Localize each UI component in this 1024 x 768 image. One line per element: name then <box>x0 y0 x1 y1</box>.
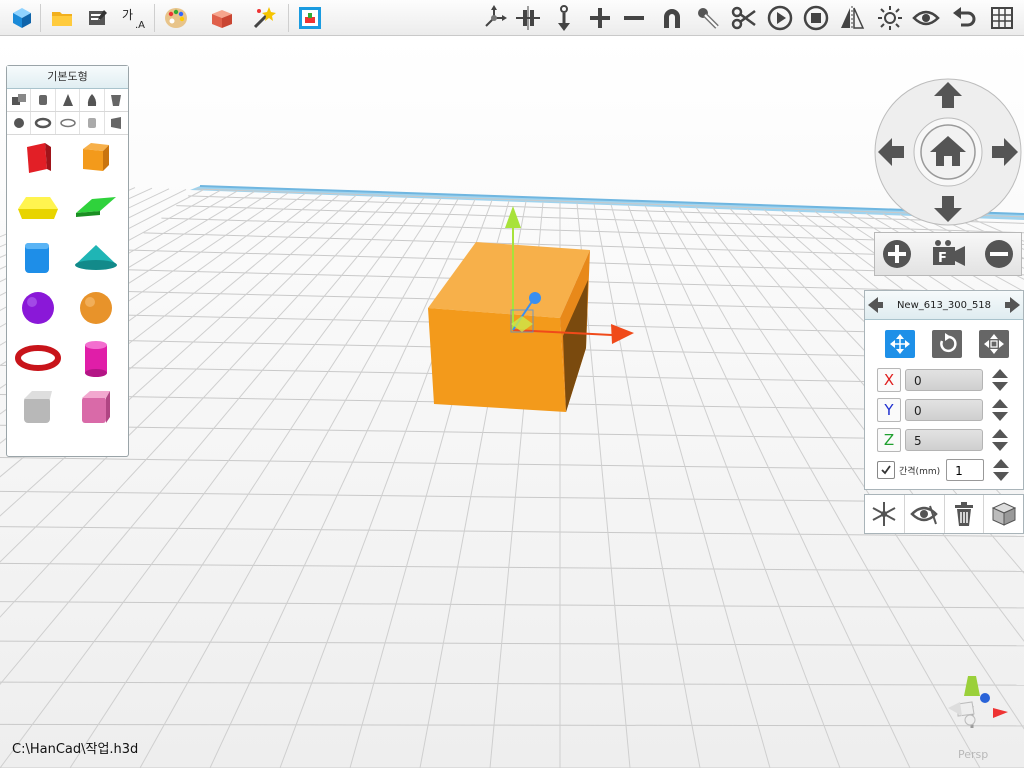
open-folder-icon[interactable] <box>46 2 78 34</box>
hide-object-button[interactable] <box>905 495 945 533</box>
y-axis-label: Y <box>877 398 901 422</box>
freeze-object-button[interactable] <box>865 495 905 533</box>
category-bullet-icon[interactable] <box>80 89 105 111</box>
align-tool-icon[interactable] <box>512 2 544 34</box>
anchor-drop-icon[interactable] <box>548 2 580 34</box>
snowflake-icon <box>872 502 896 526</box>
stop-icon[interactable] <box>800 2 832 34</box>
new-model-icon[interactable] <box>6 2 38 34</box>
color-palette-icon[interactable] <box>160 2 192 34</box>
wireframe-cube-icon <box>991 502 1016 526</box>
next-object-arrow-icon[interactable] <box>1003 295 1023 315</box>
shape-yellow-frustum-icon[interactable] <box>13 186 63 230</box>
palette-title: 기본도형 <box>7 66 128 89</box>
z-axis-row: Z 5 <box>877 427 1011 453</box>
package-box-icon[interactable] <box>206 2 238 34</box>
move-arrows-icon <box>890 334 911 354</box>
category-ring-icon[interactable] <box>56 112 81 134</box>
grid-icon[interactable] <box>986 2 1018 34</box>
object-selector: New_613_300_518 <box>865 291 1023 320</box>
rotate-icon <box>940 333 957 353</box>
object-tools-bar <box>864 494 1024 534</box>
svg-text:가: 가 <box>122 8 133 22</box>
x-stepper-icon[interactable] <box>989 367 1011 393</box>
shape-gray-rounded-cube-icon[interactable] <box>13 386 63 430</box>
checkmark-icon <box>881 465 891 475</box>
subtract-icon[interactable] <box>618 2 650 34</box>
view-mode-label: Persp <box>958 748 989 761</box>
palette-category-row <box>7 89 128 112</box>
eye-hide-icon <box>910 505 938 525</box>
rotate-mode-button[interactable] <box>931 330 962 358</box>
scissors-cut-icon[interactable] <box>728 2 760 34</box>
shape-orange-cube-icon[interactable] <box>71 136 121 180</box>
file-path: C:\HanCad\작업.h3d <box>12 742 139 757</box>
x-axis-label: X <box>877 368 901 392</box>
z-value-field[interactable]: 5 <box>905 429 983 451</box>
category-torus-icon[interactable] <box>31 112 56 134</box>
spacing-checkbox[interactable] <box>877 461 895 479</box>
measure-tool-icon[interactable] <box>478 2 510 34</box>
x-axis-row: X 0 <box>877 367 1011 393</box>
main-toolbar: 가 .A <box>0 0 1024 36</box>
category-cone-icon[interactable] <box>56 89 81 111</box>
z-stepper-icon[interactable] <box>989 427 1011 453</box>
shape-purple-sphere-icon[interactable] <box>13 286 63 330</box>
x-value-field[interactable]: 0 <box>905 369 983 391</box>
svg-text:F: F <box>938 251 947 266</box>
navigation-wheel <box>874 78 1022 226</box>
trash-icon <box>954 502 973 526</box>
shape-orange-ball-icon[interactable] <box>71 286 121 330</box>
category-wedge-icon[interactable] <box>105 112 128 134</box>
magnet-icon[interactable] <box>656 2 688 34</box>
category-tube-icon[interactable] <box>80 112 105 134</box>
magic-wand-icon[interactable] <box>248 2 280 34</box>
spacing-label: 간격(mm) <box>899 466 941 477</box>
object-name: New_613_300_518 <box>896 299 992 311</box>
spacing-value-field[interactable]: 1 <box>946 459 985 481</box>
spacing-stepper-icon[interactable] <box>990 457 1012 483</box>
shape-red-box-icon[interactable] <box>13 136 63 180</box>
spacing-row: 간격(mm) 1 <box>877 457 1012 483</box>
eye-view-icon[interactable] <box>910 2 942 34</box>
object-properties-panel: New_613_300_518 X 0 Y 0 Z 5 간격(mm) 1 <box>864 290 1024 490</box>
category-vase-icon[interactable] <box>105 89 128 111</box>
shape-red-torus-icon[interactable] <box>13 336 63 380</box>
palette-category-row <box>7 112 128 135</box>
lighting-sun-icon[interactable] <box>874 2 906 34</box>
category-cubes-icon[interactable] <box>7 89 32 111</box>
save-file-icon[interactable] <box>82 2 114 34</box>
brush-icon[interactable] <box>692 2 724 34</box>
shape-pink-cube-icon[interactable] <box>71 386 121 430</box>
previous-object-arrow-icon[interactable] <box>865 295 885 315</box>
shape-green-plate-icon[interactable] <box>71 186 121 230</box>
y-stepper-icon[interactable] <box>989 397 1011 423</box>
svg-text:.A: .A <box>135 20 145 30</box>
scale-arrows-icon <box>983 334 1004 354</box>
undo-icon[interactable] <box>948 2 980 34</box>
shape-blue-rounded-box-icon[interactable] <box>13 236 63 280</box>
play-icon[interactable] <box>764 2 796 34</box>
category-cylinder-icon[interactable] <box>31 89 56 111</box>
image-export-icon[interactable] <box>294 2 326 34</box>
camera-controls: F <box>874 232 1022 276</box>
wireframe-toggle-button[interactable] <box>984 495 1023 533</box>
text-tool-icon[interactable]: 가 .A <box>118 2 150 34</box>
front-camera-icon[interactable]: F <box>933 240 965 266</box>
delete-object-button[interactable] <box>945 495 985 533</box>
move-mode-button[interactable] <box>885 330 916 358</box>
zoom-in-icon[interactable] <box>883 240 911 268</box>
basic-shapes-palette: 기본도형 <box>6 65 129 457</box>
scale-mode-button[interactable] <box>978 330 1009 358</box>
shape-pink-cylinder-icon[interactable] <box>71 336 121 380</box>
y-value-field[interactable]: 0 <box>905 399 983 421</box>
mirror-icon[interactable] <box>836 2 868 34</box>
y-axis-row: Y 0 <box>877 397 1011 423</box>
shape-teal-cone-icon[interactable] <box>71 236 121 280</box>
zoom-out-icon[interactable] <box>985 240 1013 268</box>
z-axis-label: Z <box>877 428 901 452</box>
category-sphere-icon[interactable] <box>7 112 32 134</box>
add-icon[interactable] <box>584 2 616 34</box>
